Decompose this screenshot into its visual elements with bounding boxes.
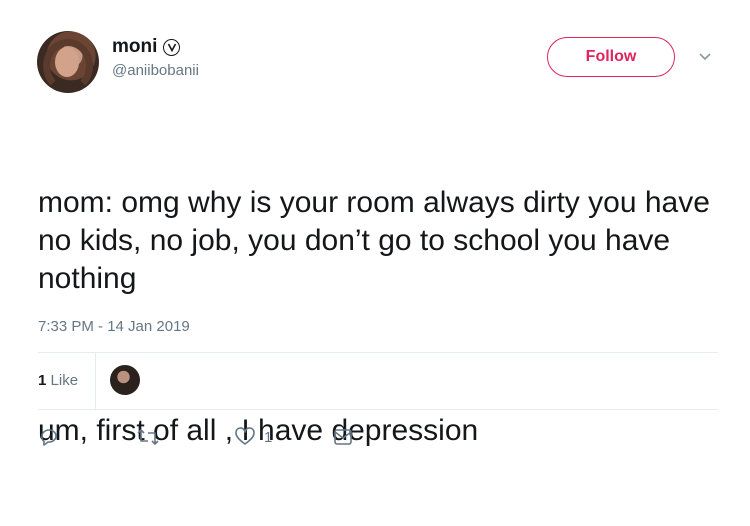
likes-stat[interactable]: 1 Like: [38, 372, 78, 389]
reply-icon: [38, 426, 60, 448]
tweet-text: mom: omg why is your room always dirty y…: [38, 108, 728, 526]
envelope-icon: [332, 426, 354, 448]
divider: [95, 353, 96, 409]
tweet-paragraph: mom: omg why is your room always dirty y…: [38, 186, 719, 295]
divider: [38, 409, 718, 410]
user-handle[interactable]: @aniibobanii: [112, 62, 199, 79]
display-name[interactable]: moni: [112, 36, 157, 58]
user-avatar[interactable]: [37, 31, 99, 93]
chevron-down-icon[interactable]: [697, 50, 713, 62]
likes-label: Like: [50, 372, 79, 389]
tweet-timestamp[interactable]: 7:33 PM - 14 Jan 2019: [38, 318, 190, 335]
like-count: 1: [264, 428, 273, 446]
user-name-row: moni: [112, 36, 181, 58]
verified-badge-icon: [163, 38, 181, 56]
retweet-button[interactable]: [136, 426, 160, 448]
direct-message-button[interactable]: [332, 426, 354, 448]
likes-count: 1: [38, 372, 47, 389]
like-button[interactable]: 1: [234, 426, 272, 448]
reply-button[interactable]: [38, 426, 60, 448]
follow-button[interactable]: Follow: [547, 37, 675, 77]
retweet-icon: [136, 426, 160, 448]
heart-icon: [234, 426, 256, 448]
liker-avatar[interactable]: [110, 365, 140, 395]
divider: [38, 352, 718, 353]
